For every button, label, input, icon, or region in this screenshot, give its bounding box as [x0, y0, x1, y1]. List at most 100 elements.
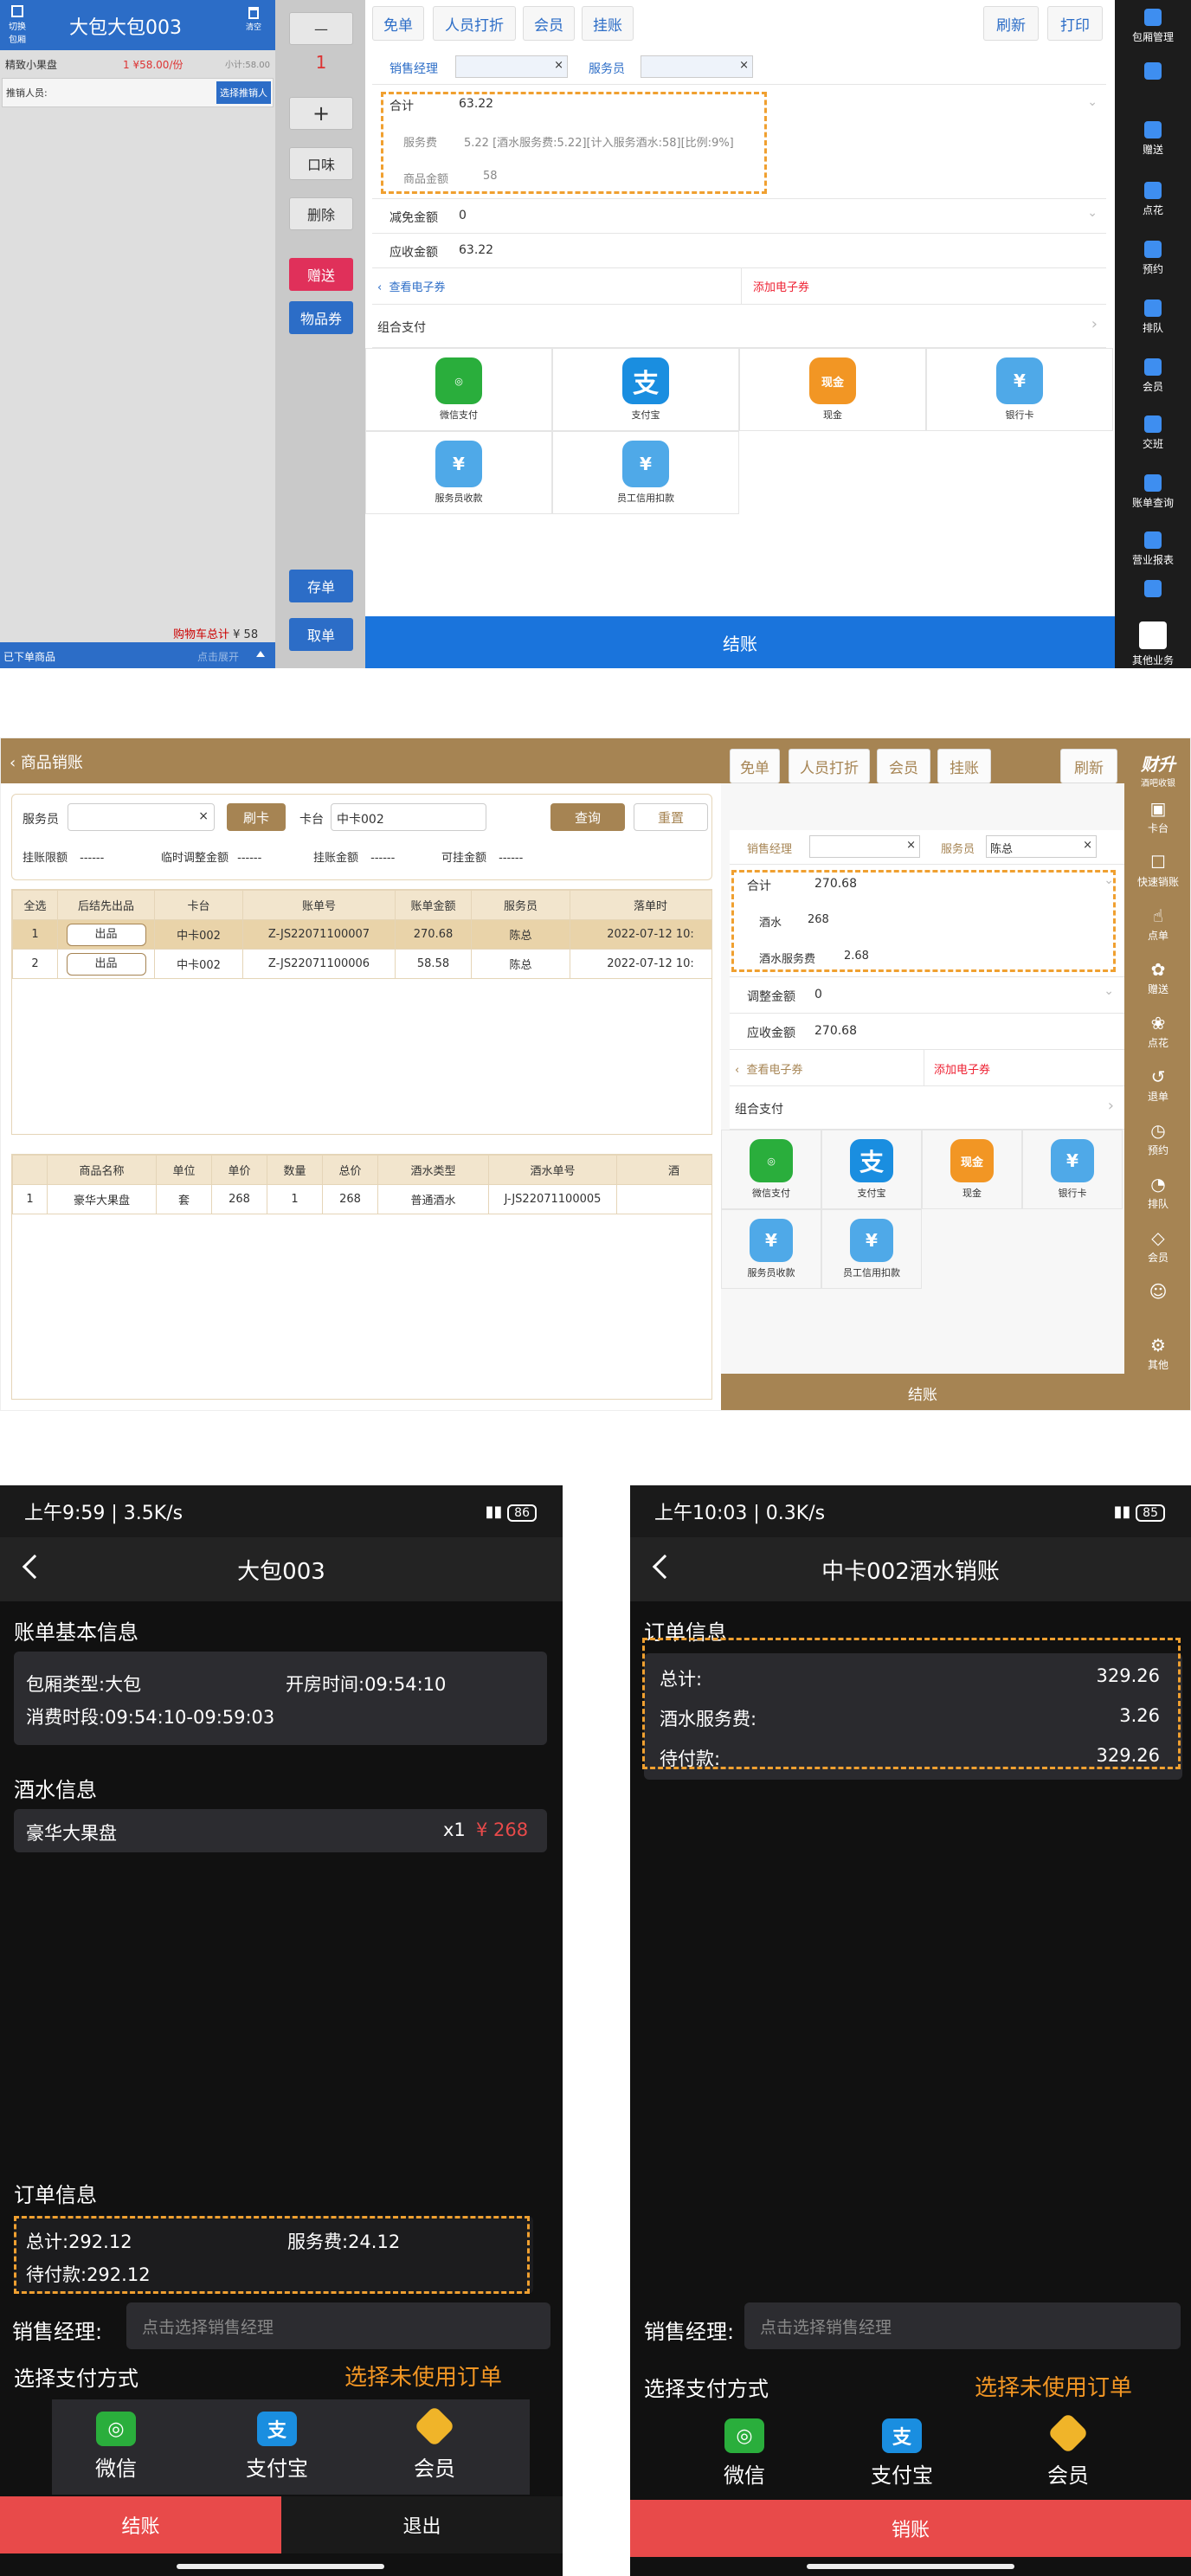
voucher-button[interactable]: 物品券	[289, 301, 353, 334]
sidebar-item-1[interactable]: ☐ 快速销账	[1124, 853, 1190, 889]
sidebar-item-8[interactable]: 账单查询	[1115, 474, 1191, 510]
take-order-button[interactable]: 取单	[289, 618, 353, 651]
pay-cash[interactable]: 现金 现金	[739, 348, 926, 431]
sidebar-item-9[interactable]: ☺	[1124, 1282, 1190, 1304]
discount-row[interactable]: 减免金额 0 ⌄	[372, 199, 1106, 234]
free-order-button[interactable]: 免单	[372, 6, 424, 41]
sidebar-item-10[interactable]	[1115, 580, 1191, 601]
select-recommender-button[interactable]: 选择推销人	[216, 81, 271, 104]
serve-button[interactable]: 出品	[66, 952, 146, 976]
clear-icon[interactable]: ×	[554, 59, 563, 72]
delete-button[interactable]: 删除	[289, 197, 353, 230]
refresh-button[interactable]: 刷新	[1060, 749, 1117, 783]
sales-manager-input[interactable]: ×	[455, 55, 568, 78]
column-header[interactable]: 全选	[12, 890, 58, 920]
unused-order-link[interactable]: 选择未使用订单	[975, 2370, 1132, 2402]
staff-discount-button[interactable]: 人员打折	[433, 6, 516, 41]
checkout-button[interactable]: 结账	[0, 2496, 281, 2553]
member-button[interactable]: 会员	[523, 6, 575, 41]
plus-button[interactable]: +	[289, 97, 353, 130]
sidebar-item-3[interactable]: ✿ 赠送	[1124, 960, 1190, 996]
pay-bank-card[interactable]: ¥ 银行卡	[1022, 1130, 1123, 1209]
member-button[interactable]: 会员	[877, 749, 930, 783]
view-coupon-link[interactable]: ‹ 查看电子券	[377, 278, 445, 294]
sidebar-item-4[interactable]: ❀ 点花	[1124, 1014, 1190, 1050]
pay-alipay[interactable]: 支支付宝	[552, 348, 739, 431]
switch-room-button[interactable]: 切换包厢	[5, 5, 29, 45]
ordered-items-bar[interactable]: 已下单商品 点击展开	[0, 642, 275, 668]
pay-member[interactable]: 会员	[413, 2405, 456, 2482]
waiter-input[interactable]: ×	[641, 55, 753, 78]
sidebar-item-4[interactable]: 预约	[1115, 241, 1191, 276]
sales-manager-select[interactable]: 点击选择销售经理	[126, 2302, 550, 2349]
gift-button[interactable]: 赠送	[289, 258, 353, 291]
print-button[interactable]: 打印	[1047, 6, 1103, 41]
back-button[interactable]: ‹ 商品销账	[10, 750, 83, 773]
sales-manager-input[interactable]: ×	[809, 835, 920, 858]
pay-staff-credit[interactable]: ¥ 员工信用扣款	[821, 1209, 922, 1289]
waiter-input[interactable]: 陈总 ×	[986, 835, 1097, 858]
add-coupon-link[interactable]: 添加电子券	[753, 278, 809, 294]
clear-icon[interactable]: ×	[1083, 839, 1092, 852]
clear-icon[interactable]: ×	[739, 59, 749, 72]
sidebar-item-1[interactable]	[1115, 62, 1191, 83]
sidebar-item-3[interactable]: 点花	[1115, 182, 1191, 217]
pay-wechat[interactable]: ◎ 微信	[724, 2418, 765, 2489]
sidebar-item-5[interactable]: ↺ 退单	[1124, 1067, 1190, 1104]
pay-staff-credit[interactable]: ¥ 员工信用扣款	[552, 431, 739, 514]
pay-wechat[interactable]: ◎ 微信支付	[365, 348, 552, 431]
adjust-row[interactable]: 调整金额 0 ⌄	[730, 977, 1124, 1014]
table-row[interactable]: 2 出品 中卡002 Z-JS22071100006 58.58 陈总 2022-07-12…	[12, 949, 711, 979]
checkout-button[interactable]: 结账	[721, 1374, 1124, 1410]
sidebar-item-6[interactable]: ◷ 预约	[1124, 1121, 1190, 1157]
sidebar-item-7[interactable]: ◔ 排队	[1124, 1175, 1190, 1211]
sidebar-item-7[interactable]: 交班	[1115, 415, 1191, 451]
hang-account-button[interactable]: 挂账	[937, 749, 991, 783]
refresh-button[interactable]: 刷新	[983, 6, 1039, 41]
write-off-button[interactable]: 销账	[630, 2500, 1191, 2557]
sidebar-item-0[interactable]: 包厢管理	[1115, 9, 1191, 44]
staff-discount-button[interactable]: 人员打折	[789, 749, 870, 783]
reset-button[interactable]: 重置	[634, 803, 708, 831]
query-button[interactable]: 查询	[550, 803, 625, 831]
combo-pay-row[interactable]: 组合支付 ›	[372, 305, 1106, 348]
flavor-button[interactable]: 口味	[289, 147, 353, 180]
sidebar-item-11[interactable]: 其他业务	[1115, 621, 1191, 667]
pay-wechat[interactable]: ◎ 微信支付	[721, 1130, 821, 1209]
serve-button[interactable]: 出品	[66, 923, 146, 946]
pay-waiter-collect[interactable]: ¥ 服务员收款	[721, 1209, 821, 1289]
sidebar-item-2[interactable]: ☝ 点单	[1124, 906, 1190, 943]
exit-button[interactable]: 退出	[281, 2496, 563, 2553]
sidebar-item-2[interactable]: 赠送	[1115, 121, 1191, 157]
table-row[interactable]: 1 豪华大果盘套 268 1 268 普通酒水 J-JS22071100005	[12, 1184, 711, 1214]
unused-order-link[interactable]: 选择未使用订单	[344, 2360, 502, 2392]
clear-cart-button[interactable]: 清空	[241, 7, 267, 32]
sidebar-item-8[interactable]: ◇ 会员	[1124, 1228, 1190, 1265]
sidebar-item-10[interactable]: ⚙ 其他	[1124, 1336, 1190, 1372]
free-order-button[interactable]: 免单	[730, 749, 780, 783]
save-order-button[interactable]: 存单	[289, 570, 353, 602]
sidebar-item-9[interactable]: 营业报表	[1115, 531, 1191, 567]
swipe-card-button[interactable]: 刷卡	[227, 803, 286, 831]
cart-item[interactable]: 精致小果盘 1 ¥58.00/份 小计:58.00	[5, 57, 270, 72]
pay-cash[interactable]: 现金 现金	[922, 1130, 1022, 1209]
pay-wechat[interactable]: ◎ 微信	[95, 2412, 137, 2482]
sidebar-item-6[interactable]: 会员	[1115, 358, 1191, 394]
sidebar-item-0[interactable]: ▣ 卡台	[1124, 799, 1190, 835]
clear-icon[interactable]: ×	[198, 809, 209, 823]
pay-waiter-collect[interactable]: ¥ 服务员收款	[365, 431, 552, 514]
checkout-button[interactable]: 结账	[365, 616, 1115, 668]
pay-alipay[interactable]: 支支付宝	[246, 2412, 308, 2482]
hang-account-button[interactable]: 挂账	[582, 6, 634, 41]
pay-alipay[interactable]: 支支付宝	[871, 2418, 933, 2489]
card-table-input[interactable]: 中卡002	[331, 803, 486, 831]
sales-manager-select[interactable]: 点击选择销售经理	[744, 2302, 1181, 2349]
waiter-input[interactable]: ×	[68, 803, 215, 831]
view-coupon-link[interactable]: ‹ 查看电子券	[735, 1060, 802, 1077]
pay-member[interactable]: 会员	[1046, 2412, 1090, 2489]
combo-pay-row[interactable]: 组合支付 ›	[730, 1086, 1124, 1130]
expand-link[interactable]: 点击展开	[197, 649, 239, 664]
sidebar-item-5[interactable]: 排队	[1115, 299, 1191, 335]
pay-bank-card[interactable]: ¥ 银行卡	[926, 348, 1113, 431]
add-coupon-link[interactable]: 添加电子券	[934, 1060, 990, 1077]
